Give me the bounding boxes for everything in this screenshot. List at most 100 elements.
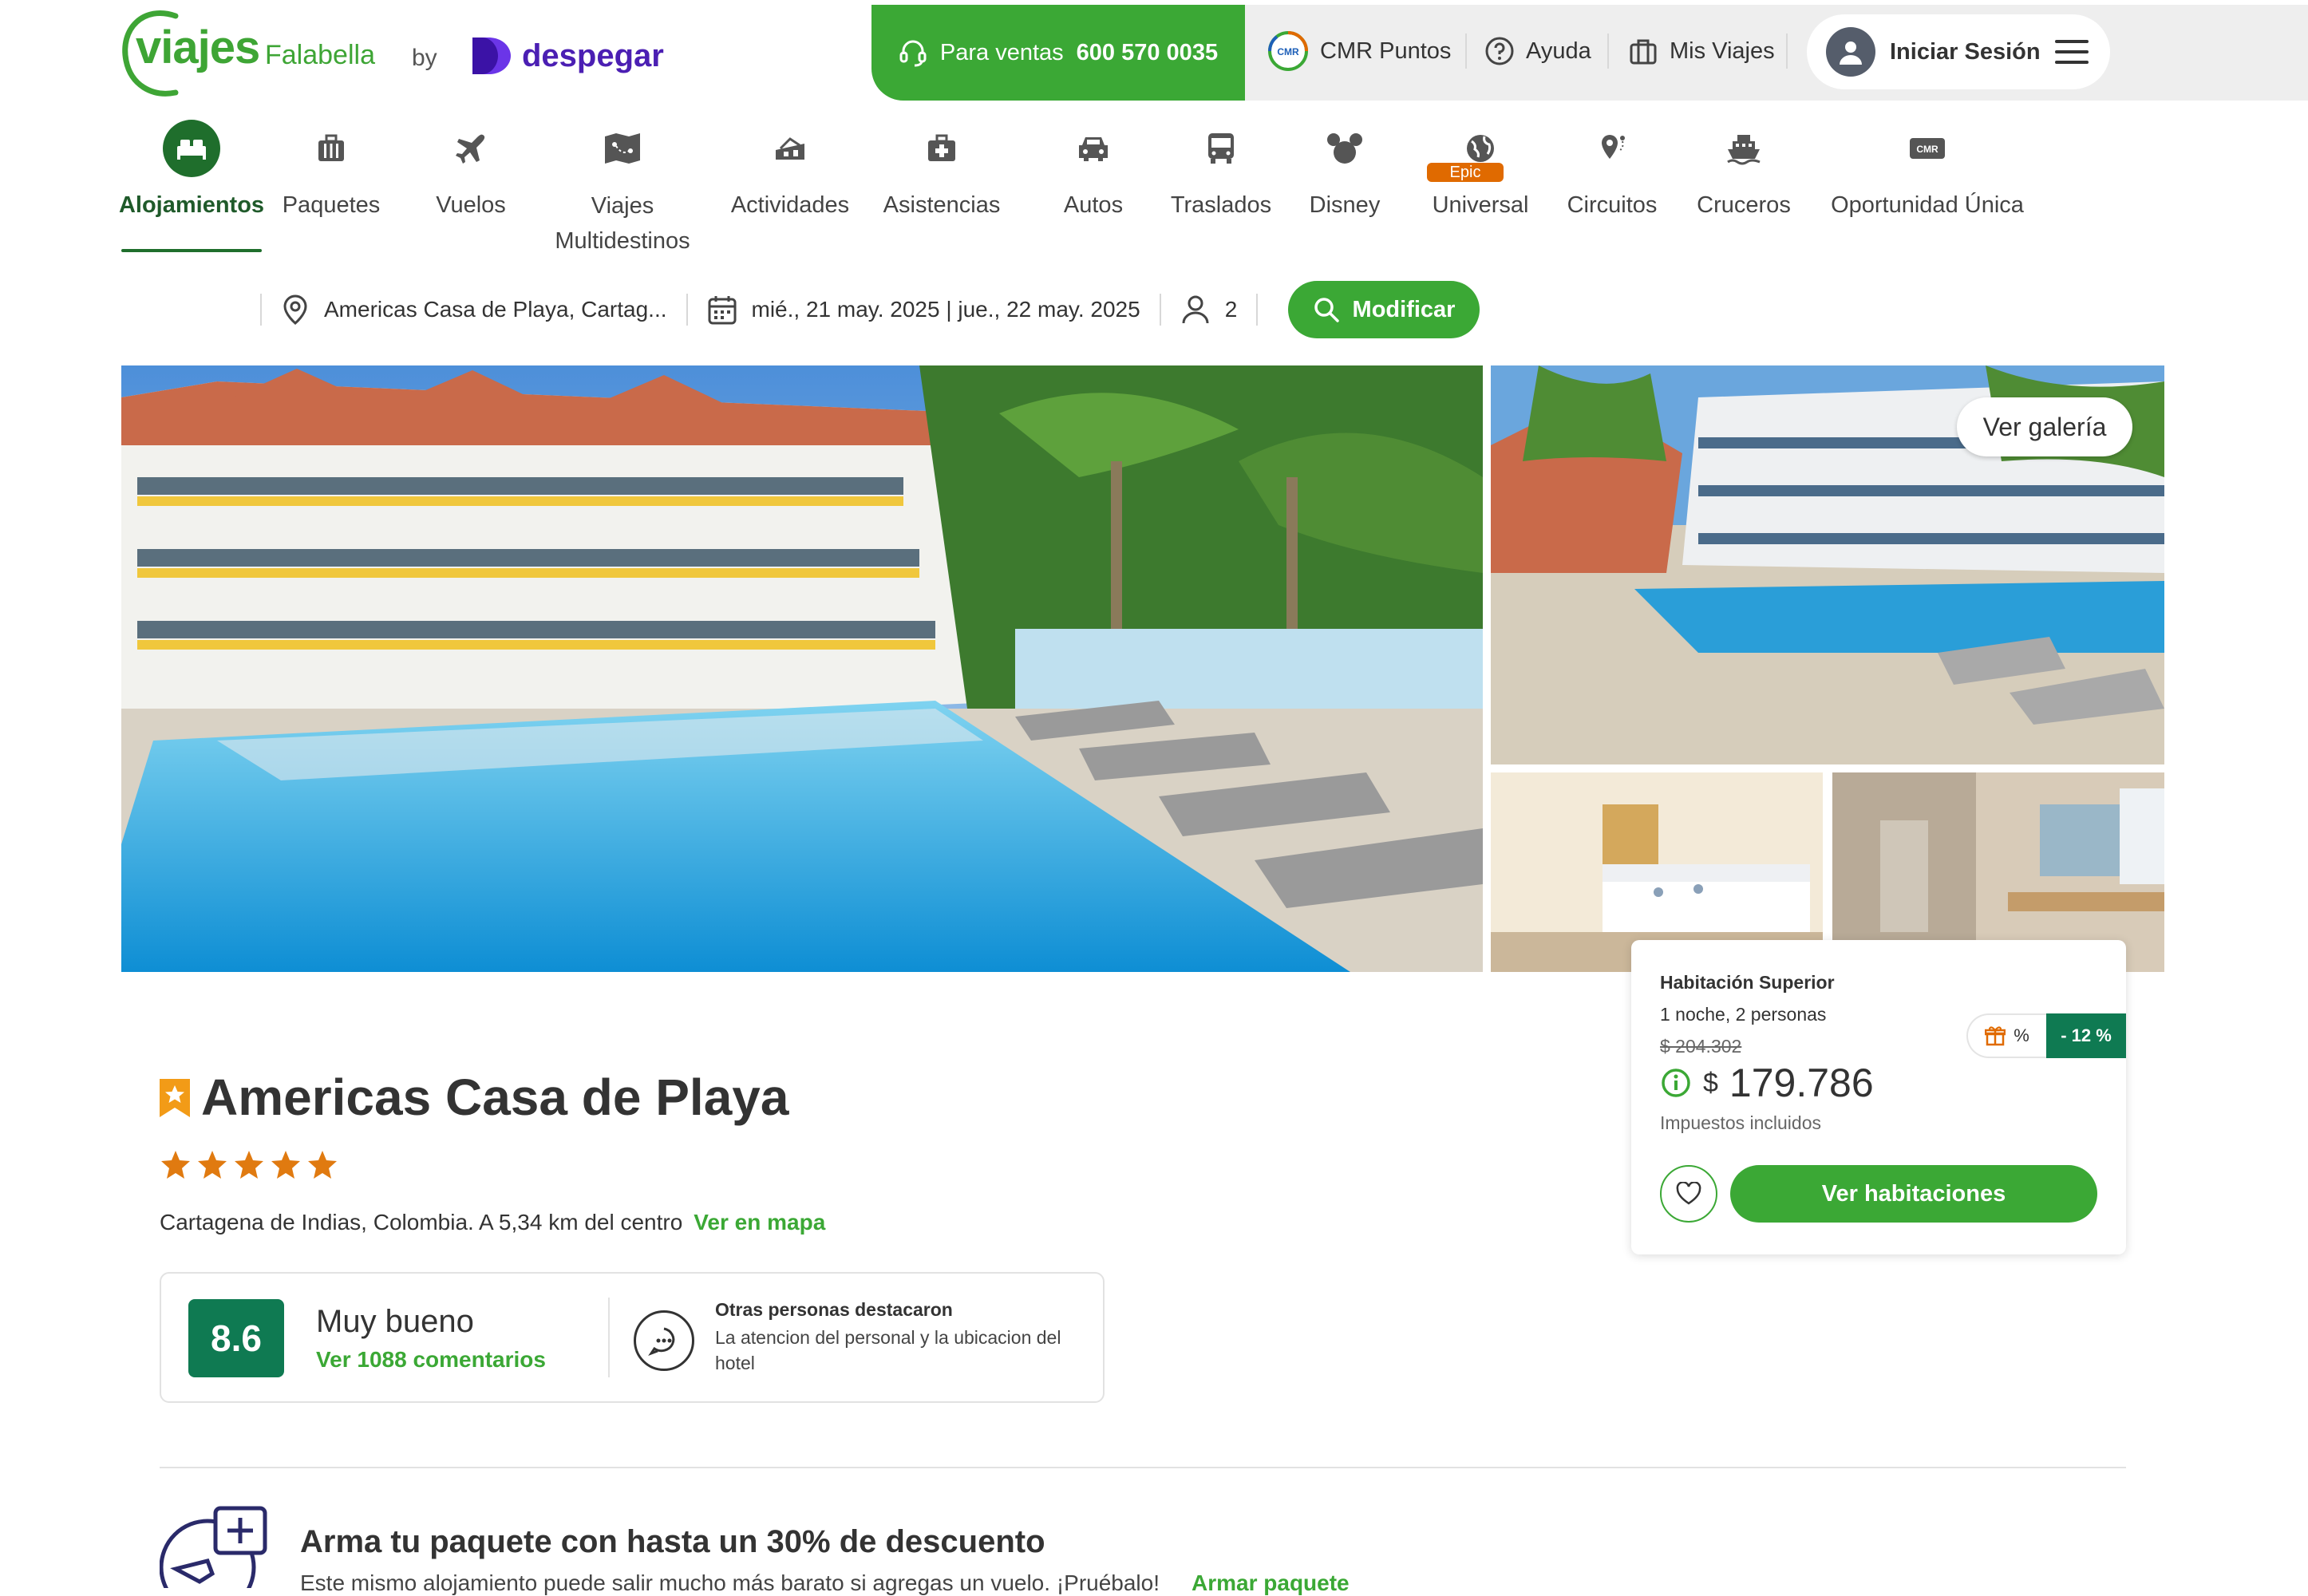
build-package-icon [160, 1506, 267, 1588]
nav-label: Universal [1432, 192, 1529, 218]
nav-label: Disney [1309, 192, 1381, 218]
nav-item-actividades[interactable]: Actividades [702, 120, 878, 222]
nav-item-asistencias[interactable]: Asistencias [862, 120, 1022, 222]
location-pin-icon [283, 294, 307, 325]
package-promo-title: Arma tu paquete con hasta un 30% de desc… [300, 1524, 1045, 1559]
build-package-link[interactable]: Armar paquete [1192, 1570, 1350, 1595]
cmr-puntos-link[interactable]: CMR CMR Puntos [1267, 29, 1451, 73]
percent-symbol: % [2014, 1025, 2029, 1045]
gallery-main-photo[interactable] [121, 365, 1483, 972]
cmr-puntos-label: CMR Puntos [1320, 38, 1452, 64]
nav-label: Viajes Multidestinos [555, 188, 690, 259]
original-price: $ 204.302 [1660, 1036, 1742, 1057]
avatar-icon [1826, 27, 1875, 77]
nav-item-circuitos[interactable]: Circuitos [1548, 120, 1676, 222]
mickey-icon [1326, 120, 1363, 177]
active-tab-underline [121, 249, 262, 252]
destination-field[interactable]: Americas Casa de Playa, Cartag... [262, 294, 686, 326]
nav-item-multidestinos[interactable]: Viajes Multidestinos [535, 120, 710, 259]
activities-icon [773, 120, 808, 177]
header-separator [1465, 34, 1467, 69]
location-text: Cartagena de Indias, Colombia. A 5,34 km… [160, 1210, 683, 1235]
nav-item-autos[interactable]: Autos [1037, 120, 1149, 222]
nav-item-traslados[interactable]: Traslados [1149, 120, 1293, 222]
question-circle-icon [1485, 37, 1514, 65]
view-gallery-button[interactable]: Ver galería [1957, 397, 2132, 456]
car-icon [1076, 120, 1111, 177]
login-button[interactable]: Iniciar Sesión [1807, 14, 2110, 89]
nav-item-cruceros[interactable]: Cruceros [1676, 120, 1812, 222]
heart-icon [1676, 1182, 1701, 1205]
product-navigation: Alojamientos Paquetes Vuelos Viajes Mult… [118, 120, 2035, 255]
sales-phone: 600 570 0035 [1076, 39, 1219, 65]
despegar-logo[interactable]: despegar [471, 32, 664, 80]
logo-sub-text: Falabella [265, 40, 375, 70]
view-map-link[interactable]: Ver en mapa [694, 1210, 825, 1235]
star-icon [198, 1151, 227, 1179]
price-amount: 179.786 [1729, 1061, 1874, 1105]
highlights-title: Otras personas destacaron [715, 1299, 953, 1320]
nav-item-alojamientos[interactable]: Alojamientos [118, 120, 265, 222]
multidestination-icon [603, 120, 642, 177]
help-link[interactable]: Ayuda [1484, 29, 1591, 73]
ship-icon [1726, 120, 1761, 177]
nav-item-oportunidad-unica[interactable]: CMR Oportunidad Única [1812, 120, 2043, 222]
rating-separator [608, 1298, 610, 1377]
hotel-location: Cartagena de Indias, Colombia. A 5,34 km… [160, 1210, 825, 1235]
room-type: Habitación Superior [1660, 972, 1835, 993]
view-comments-link[interactable]: Ver 1088 comentarios [316, 1347, 546, 1373]
star-icon [308, 1151, 337, 1179]
nav-item-paquetes[interactable]: Paquetes [271, 120, 391, 222]
sales-phone-button[interactable]: Para ventas 600 570 0035 [871, 5, 1245, 101]
viajes-falabella-logo[interactable]: viajes Falabella [120, 5, 391, 101]
nav-label: Traslados [1170, 192, 1272, 218]
dates-field[interactable]: mié., 21 may. 2025 | jue., 22 may. 2025 [688, 294, 1160, 326]
luggage-icon [315, 120, 347, 177]
chat-bubble-icon [634, 1310, 694, 1371]
view-rooms-button[interactable]: Ver habitaciones [1730, 1165, 2097, 1223]
nav-label: Alojamientos [118, 192, 265, 218]
suitcase-icon [1630, 39, 1657, 65]
nav-label: Oportunidad Única [1831, 192, 2024, 218]
my-trips-link[interactable]: Mis Viajes [1628, 29, 1775, 73]
plane-icon [454, 120, 488, 177]
review-verdict: Muy bueno [316, 1304, 474, 1339]
tax-note: Impuestos incluidos [1660, 1112, 1821, 1133]
despegar-word: despegar [522, 38, 664, 73]
package-promo-text: Este mismo alojamiento puede salir mucho… [300, 1570, 1350, 1596]
rating-card: 8.6 Muy bueno Ver 1088 comentarios Otras… [160, 1272, 1105, 1403]
svg-text:CMR: CMR [1277, 46, 1299, 57]
hotel-star-rating [160, 1149, 338, 1181]
nav-label: Cruceros [1697, 192, 1791, 218]
nav-label-line1: Viajes [591, 193, 654, 219]
modify-button-label: Modificar [1352, 296, 1456, 322]
calendar-icon [708, 296, 737, 325]
nav-label-line2: Multidestinos [555, 228, 690, 254]
currency-symbol: $ [1703, 1067, 1718, 1098]
header-separator [1607, 34, 1609, 69]
nav-label: Autos [1063, 192, 1124, 218]
nav-item-disney[interactable]: Disney [1293, 120, 1397, 222]
favorite-button[interactable] [1660, 1165, 1717, 1223]
pin-icon [1595, 120, 1629, 177]
discount-value: - 12 % [2046, 1013, 2126, 1058]
current-price: $ 179.786 [1660, 1060, 1874, 1106]
header-separator [1786, 34, 1788, 69]
discount-badge: % - 12 % [1966, 1013, 2126, 1058]
my-trips-label: Mis Viajes [1670, 38, 1775, 64]
info-icon[interactable] [1660, 1067, 1692, 1099]
star-icon [235, 1151, 263, 1179]
hamburger-menu-icon[interactable] [2054, 38, 2089, 65]
review-score: 8.6 [188, 1299, 284, 1377]
nav-item-vuelos[interactable]: Vuelos [415, 120, 527, 222]
star-icon [161, 1151, 190, 1179]
guests-field[interactable]: 2 [1161, 294, 1257, 326]
search-separator [1256, 294, 1259, 326]
person-icon [1182, 295, 1209, 324]
epic-badge: Epic [1427, 163, 1504, 182]
star-icon [271, 1151, 300, 1179]
search-icon [1314, 298, 1339, 322]
cmr-puntos-icon: CMR [1268, 31, 1308, 71]
modify-search-button[interactable]: Modificar [1288, 281, 1480, 338]
by-text: by [412, 45, 437, 71]
